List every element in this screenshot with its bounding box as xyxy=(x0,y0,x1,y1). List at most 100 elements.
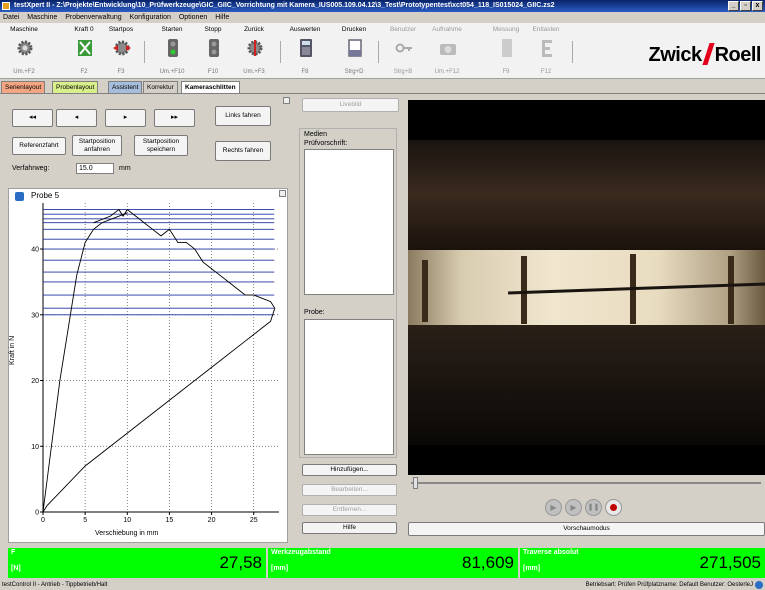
hilfe-button[interactable]: Hilfe xyxy=(302,522,397,534)
player-controls: ▶ ▶ ❚❚ xyxy=(408,477,765,517)
readout-werkzeugabstand-label: Werkzeugabstand xyxy=(271,549,331,556)
maschine-button[interactable]: Maschine Um.+F2 xyxy=(4,23,44,79)
y-tick-label: 20 xyxy=(31,378,39,385)
readout-force-value: 27,58 xyxy=(219,553,262,572)
readout-force-unit: [N] xyxy=(11,565,21,572)
measure-icon xyxy=(502,39,512,57)
calculator-icon xyxy=(300,39,312,57)
messung-button[interactable]: Messung F9 xyxy=(486,23,526,79)
menu-maschine[interactable]: Maschine xyxy=(27,14,57,21)
referenzfahrt-button[interactable]: Referenzfahrt xyxy=(12,137,66,155)
startposition-anfahren-button[interactable]: Startposition anfahren xyxy=(72,135,122,156)
pruefvorschrift-list[interactable] xyxy=(304,149,394,295)
camera-preview xyxy=(408,100,765,475)
pruefvorschrift-label: Prüfvorschrift: xyxy=(304,140,348,147)
startpos-button[interactable]: Startpos F3 xyxy=(101,23,141,79)
menu-probenverwaltung[interactable]: Probenverwaltung xyxy=(65,14,121,21)
x-axis-label: Verschiebung in mm xyxy=(95,530,159,537)
chart-title: Probe 5 xyxy=(31,191,60,200)
kraft-0-button[interactable]: Kraft 0 F2 xyxy=(64,23,104,79)
verfahrweg-input[interactable]: 15.0 xyxy=(76,163,114,174)
tab-assistent[interactable]: Assistent xyxy=(108,81,143,93)
record-icon[interactable] xyxy=(605,499,622,516)
force-zero-icon xyxy=(78,40,92,56)
chart-axes: 0 5 10 15 20 25 0 10 20 30 40 xyxy=(31,203,279,524)
pane-menu-icon[interactable] xyxy=(283,97,290,104)
tab-korrektur[interactable]: Korrektur xyxy=(143,81,178,93)
media-panel: Livebild Medien Prüfvorschrift: Probe: H… xyxy=(297,98,399,538)
gear-arrows-icon xyxy=(113,40,131,56)
tab-serienlayout[interactable]: Serienlayout xyxy=(1,81,46,93)
status-right: Betriebsart: Prüfen Prüfplatzname: Defau… xyxy=(585,582,753,588)
x-tick-label: 10 xyxy=(123,517,131,524)
entfernen-button[interactable]: Entfernen... xyxy=(302,504,397,516)
unload-icon xyxy=(542,40,552,57)
zurueck-button[interactable]: Zurück Um.+F3 xyxy=(234,23,274,79)
probe-label: Probe: xyxy=(304,309,325,316)
step-left-button[interactable]: ◂ xyxy=(56,109,97,127)
benutzer-button[interactable]: Benutzer Strg+B xyxy=(383,23,423,79)
probe-list[interactable] xyxy=(304,319,394,455)
rechts-fahren-button[interactable]: Rechts fahren xyxy=(215,141,271,161)
readout-traverse-value: 271,505 xyxy=(699,553,761,572)
startposition-speichern-button[interactable]: Startposition speichern xyxy=(134,135,188,156)
status-left: testControl II - Antrieb - Tippbetrieb/H… xyxy=(2,582,108,588)
info-icon xyxy=(755,581,763,589)
readout-traverse-unit: [mm] xyxy=(523,565,541,572)
medien-group: Medien Prüfvorschrift: Probe: xyxy=(299,128,397,458)
livebild-button[interactable]: Livebild xyxy=(302,98,399,112)
timeline-thumb[interactable] xyxy=(413,477,418,489)
entlasten-button[interactable]: Entlasten F12 xyxy=(526,23,566,79)
medien-label: Medien xyxy=(304,131,327,138)
gear-back-icon xyxy=(247,40,263,56)
kameraschlitten-controls: ◂◂ ◂ ▸ ▸▸ Links fahren Referenzfahrt Sta… xyxy=(8,97,290,185)
play-icon[interactable]: ▶ xyxy=(545,499,562,516)
menu-optionen[interactable]: Optionen xyxy=(179,14,207,21)
menu-konfiguration[interactable]: Konfiguration xyxy=(130,14,171,21)
x-tick-label: 5 xyxy=(83,517,87,524)
pause-icon[interactable]: ❚❚ xyxy=(585,499,602,516)
gear-icon xyxy=(17,40,33,56)
verfahrweg-unit: mm xyxy=(119,165,131,172)
menu-hilfe[interactable]: Hilfe xyxy=(215,14,229,21)
step-right-button[interactable]: ▸ xyxy=(105,109,146,127)
fast-right-button[interactable]: ▸▸ xyxy=(154,109,195,127)
x-tick-label: 15 xyxy=(166,517,174,524)
x-tick-label: 0 xyxy=(41,517,45,524)
toolbar-separator xyxy=(572,41,573,63)
hinzufuegen-button[interactable]: Hinzufügen... xyxy=(302,464,397,476)
auswerten-button[interactable]: Auswerten F8 xyxy=(285,23,325,79)
timeline-track[interactable] xyxy=(411,482,761,484)
tab-bar: Serienlayout Probenlayout Assistent Korr… xyxy=(0,80,765,93)
x-tick-label: 25 xyxy=(250,517,258,524)
specimen-image xyxy=(408,250,765,325)
stopp-button[interactable]: Stopp F10 xyxy=(193,23,233,79)
status-bar: testControl II - Antrieb - Tippbetrieb/H… xyxy=(0,580,765,590)
chart-menu-icon[interactable] xyxy=(279,190,286,197)
tab-kameraschlitten[interactable]: Kameraschlitten xyxy=(181,81,240,93)
y-tick-label: 10 xyxy=(31,444,39,451)
readout-werkzeugabstand: Werkzeugabstand [mm] 81,609 xyxy=(268,548,518,578)
menu-bar: Datei Maschine Probenverwaltung Konfigur… xyxy=(0,12,765,23)
readout-traverse: Traverse absolut [mm] 271,505 xyxy=(520,548,765,578)
bearbeiten-button[interactable]: Bearbeiten... xyxy=(302,484,397,496)
y-tick-label: 40 xyxy=(31,247,39,254)
minimize-button[interactable]: _ xyxy=(728,1,739,11)
window-title-bar: testXpert II - Z:\Projekte\Entwicklung\1… xyxy=(0,0,765,12)
y-tick-label: 30 xyxy=(31,312,39,319)
play-forward-icon[interactable]: ▶ xyxy=(565,499,582,516)
vorschaumodus-button[interactable]: Vorschaumodus xyxy=(408,522,765,536)
aufnahme-button[interactable]: Aufnahme Um.+F12 xyxy=(427,23,467,79)
links-fahren-button[interactable]: Links fahren xyxy=(215,106,271,126)
starten-button[interactable]: Starten Um.+F10 xyxy=(152,23,192,79)
traffic-light-stop-icon xyxy=(209,39,219,57)
x-tick-label: 20 xyxy=(208,517,216,524)
readout-werkzeugabstand-unit: [mm] xyxy=(271,565,289,572)
maximize-button[interactable]: ▫ xyxy=(740,1,751,11)
tab-probenlayout[interactable]: Probenlayout xyxy=(52,81,99,93)
menu-datei[interactable]: Datei xyxy=(3,14,19,21)
toolbar: Maschine Um.+F2 Kraft 0 F2 Startpos F3 S… xyxy=(0,23,765,79)
drucken-button[interactable]: Drucken Strg+D xyxy=(334,23,374,79)
fast-left-button[interactable]: ◂◂ xyxy=(12,109,53,127)
close-button[interactable]: x xyxy=(752,1,763,11)
